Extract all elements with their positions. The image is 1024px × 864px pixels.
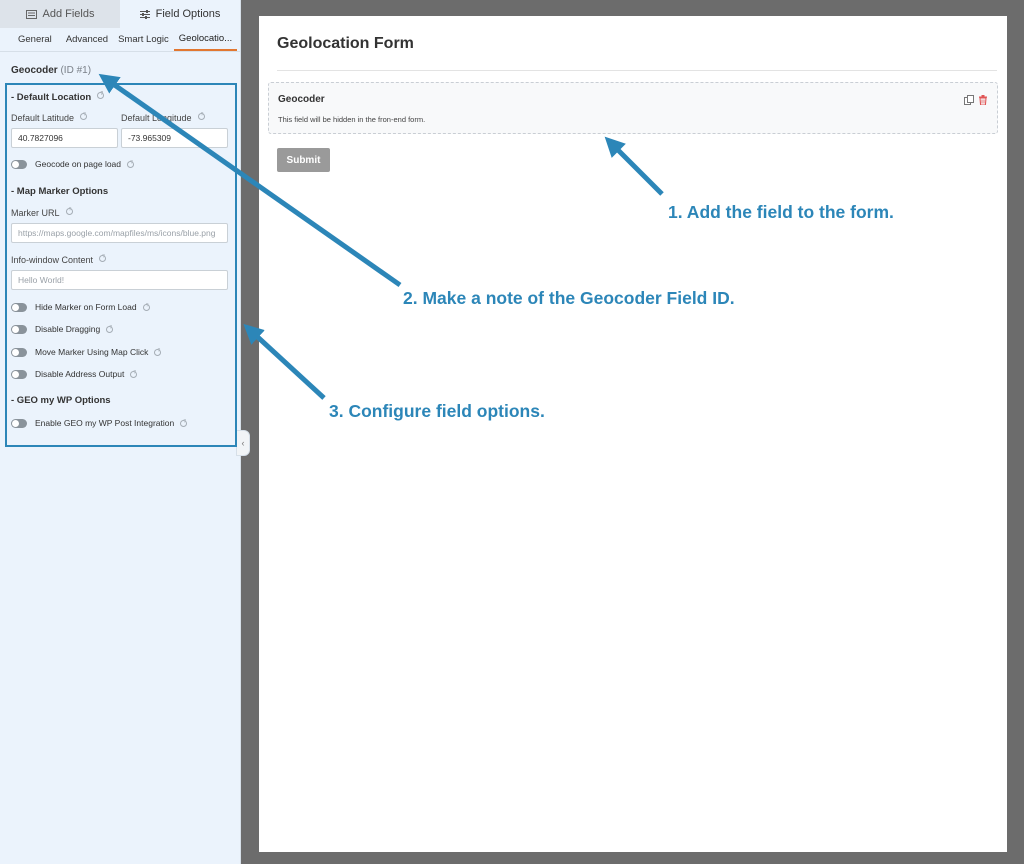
field-id: (ID #1) [60, 65, 92, 76]
tab-add-fields-label: Add Fields [42, 8, 95, 20]
annotation-highlight-box [5, 83, 237, 447]
subtab-general[interactable]: General [0, 28, 61, 51]
field-card-description: This field will be hidden in the fron-en… [278, 115, 426, 124]
form-title: Geolocation Form [277, 35, 414, 52]
field-heading: Geocoder (ID #1) [11, 65, 91, 76]
annotation-step-2: 2. Make a note of the Geocoder Field ID. [403, 288, 735, 308]
annotation-step-3: 3. Configure field options. [329, 401, 545, 421]
duplicate-icon[interactable] [964, 92, 974, 110]
subtab-advanced[interactable]: Advanced [61, 28, 113, 51]
subtab-geolocation[interactable]: Geolocatio... [173, 28, 238, 51]
field-options-subtabs: General Advanced Smart Logic Geolocatio.… [0, 28, 240, 52]
title-divider [277, 70, 997, 71]
submit-button[interactable]: Submit [277, 148, 330, 172]
tab-field-options-label: Field Options [155, 8, 221, 20]
trash-icon[interactable] [978, 92, 988, 110]
list-icon [25, 9, 37, 19]
sidebar-top-tabs: Add Fields Field Options [0, 0, 240, 28]
field-card-actions [964, 92, 988, 110]
tab-field-options[interactable]: Field Options [120, 0, 240, 28]
tab-add-fields[interactable]: Add Fields [0, 0, 120, 28]
sidebar-collapse-handle[interactable]: ‹ [236, 430, 250, 456]
subtab-smart-logic[interactable]: Smart Logic [113, 28, 174, 51]
sliders-icon [139, 9, 150, 19]
field-card-title: Geocoder [278, 94, 325, 105]
geocoder-field-card[interactable]: Geocoder This field will be hidden in th… [268, 82, 998, 134]
form-preview: Geolocation Form Geocoder This field wil… [259, 16, 1007, 852]
chevron-left-icon: ‹ [241, 438, 245, 448]
annotation-step-1: 1. Add the field to the form. [668, 202, 894, 222]
field-name: Geocoder [11, 65, 58, 76]
